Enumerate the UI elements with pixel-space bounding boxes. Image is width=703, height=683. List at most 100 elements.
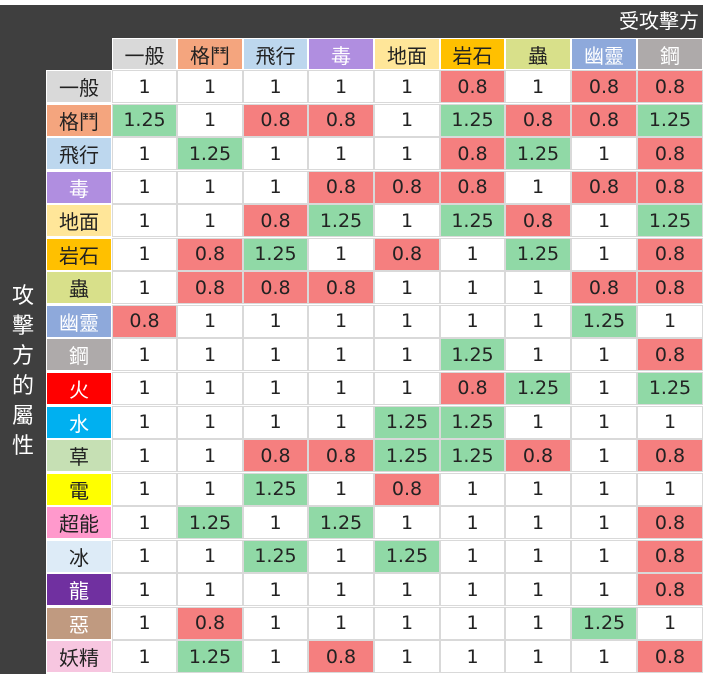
cell-r4-c2[interactable]: 0.8 xyxy=(243,204,308,238)
cell-r13-c5[interactable]: 1 xyxy=(440,506,505,540)
cell-r4-c0[interactable]: 1 xyxy=(112,204,177,238)
cell-r17-c4[interactable]: 1 xyxy=(374,640,440,674)
cell-r0-c4[interactable]: 1 xyxy=(374,70,440,103)
cell-r2-c1[interactable]: 1.25 xyxy=(177,137,243,171)
cell-r11-c5[interactable]: 1.25 xyxy=(440,439,505,473)
cell-r8-c2[interactable]: 1 xyxy=(243,338,308,372)
cell-r10-c6[interactable]: 1 xyxy=(505,405,571,439)
cell-r17-c5[interactable]: 1 xyxy=(440,640,505,674)
cell-r17-c2[interactable]: 1 xyxy=(243,640,308,674)
cell-r12-c2[interactable]: 1.25 xyxy=(243,472,308,506)
cell-r10-c0[interactable]: 1 xyxy=(112,405,177,439)
cell-r12-c4[interactable]: 0.8 xyxy=(374,472,440,506)
cell-r12-c5[interactable]: 1 xyxy=(440,472,505,506)
cell-r15-c5[interactable]: 1 xyxy=(440,573,505,607)
cell-r3-c4[interactable]: 0.8 xyxy=(374,170,440,204)
cell-r16-c6[interactable]: 1 xyxy=(505,606,571,640)
cell-r1-c3[interactable]: 0.8 xyxy=(308,103,374,137)
cell-r17-c7[interactable]: 1 xyxy=(571,640,637,674)
cell-r0-c2[interactable]: 1 xyxy=(243,70,308,103)
cell-r17-c6[interactable]: 1 xyxy=(505,640,571,674)
cell-r8-c5[interactable]: 1.25 xyxy=(440,338,505,372)
cell-r6-c8[interactable]: 0.8 xyxy=(637,271,703,305)
cell-r5-c4[interactable]: 0.8 xyxy=(374,237,440,271)
cell-r15-c4[interactable]: 1 xyxy=(374,573,440,607)
cell-r9-c4[interactable]: 1 xyxy=(374,371,440,405)
cell-r14-c8[interactable]: 0.8 xyxy=(637,539,703,573)
cell-r1-c5[interactable]: 1.25 xyxy=(440,103,505,137)
cell-r16-c2[interactable]: 1 xyxy=(243,606,308,640)
cell-r13-c7[interactable]: 1 xyxy=(571,506,637,540)
cell-r17-c8[interactable]: 0.8 xyxy=(637,640,703,674)
cell-r6-c7[interactable]: 0.8 xyxy=(571,271,637,305)
cell-r10-c8[interactable]: 1 xyxy=(637,405,703,439)
cell-r4-c8[interactable]: 1.25 xyxy=(637,204,703,238)
cell-r7-c4[interactable]: 1 xyxy=(374,304,440,338)
cell-r8-c3[interactable]: 1 xyxy=(308,338,374,372)
cell-r1-c2[interactable]: 0.8 xyxy=(243,103,308,137)
cell-r13-c8[interactable]: 0.8 xyxy=(637,506,703,540)
cell-r5-c3[interactable]: 1 xyxy=(308,237,374,271)
cell-r3-c3[interactable]: 0.8 xyxy=(308,170,374,204)
cell-r11-c6[interactable]: 0.8 xyxy=(505,439,571,473)
cell-r0-c0[interactable]: 1 xyxy=(112,70,177,103)
cell-r16-c0[interactable]: 1 xyxy=(112,606,177,640)
cell-r2-c3[interactable]: 1 xyxy=(308,137,374,171)
cell-r2-c4[interactable]: 1 xyxy=(374,137,440,171)
cell-r16-c5[interactable]: 1 xyxy=(440,606,505,640)
cell-r0-c5[interactable]: 0.8 xyxy=(440,70,505,103)
cell-r13-c4[interactable]: 1 xyxy=(374,506,440,540)
cell-r4-c4[interactable]: 1 xyxy=(374,204,440,238)
cell-r6-c5[interactable]: 1 xyxy=(440,271,505,305)
cell-r11-c7[interactable]: 1 xyxy=(571,439,637,473)
cell-r6-c1[interactable]: 0.8 xyxy=(177,271,243,305)
cell-r10-c4[interactable]: 1.25 xyxy=(374,405,440,439)
cell-r13-c2[interactable]: 1 xyxy=(243,506,308,540)
cell-r9-c2[interactable]: 1 xyxy=(243,371,308,405)
cell-r2-c5[interactable]: 0.8 xyxy=(440,137,505,171)
cell-r5-c5[interactable]: 1 xyxy=(440,237,505,271)
cell-r2-c6[interactable]: 1.25 xyxy=(505,137,571,171)
cell-r1-c7[interactable]: 0.8 xyxy=(571,103,637,137)
cell-r11-c2[interactable]: 0.8 xyxy=(243,439,308,473)
cell-r1-c4[interactable]: 1 xyxy=(374,103,440,137)
cell-r2-c2[interactable]: 1 xyxy=(243,137,308,171)
cell-r8-c4[interactable]: 1 xyxy=(374,338,440,372)
cell-r11-c8[interactable]: 0.8 xyxy=(637,439,703,473)
cell-r4-c5[interactable]: 1.25 xyxy=(440,204,505,238)
cell-r6-c0[interactable]: 1 xyxy=(112,271,177,305)
cell-r6-c4[interactable]: 1 xyxy=(374,271,440,305)
cell-r14-c1[interactable]: 1 xyxy=(177,539,243,573)
cell-r11-c3[interactable]: 0.8 xyxy=(308,439,374,473)
cell-r12-c8[interactable]: 1 xyxy=(637,472,703,506)
cell-r5-c8[interactable]: 0.8 xyxy=(637,237,703,271)
cell-r5-c0[interactable]: 1 xyxy=(112,237,177,271)
cell-r13-c6[interactable]: 1 xyxy=(505,506,571,540)
cell-r3-c2[interactable]: 1 xyxy=(243,170,308,204)
cell-r14-c3[interactable]: 1 xyxy=(308,539,374,573)
cell-r3-c6[interactable]: 1 xyxy=(505,170,571,204)
cell-r0-c7[interactable]: 0.8 xyxy=(571,70,637,103)
cell-r15-c1[interactable]: 1 xyxy=(177,573,243,607)
cell-r12-c6[interactable]: 1 xyxy=(505,472,571,506)
cell-r4-c1[interactable]: 1 xyxy=(177,204,243,238)
cell-r15-c8[interactable]: 0.8 xyxy=(637,573,703,607)
cell-r7-c6[interactable]: 1 xyxy=(505,304,571,338)
cell-r2-c7[interactable]: 1 xyxy=(571,137,637,171)
cell-r5-c2[interactable]: 1.25 xyxy=(243,237,308,271)
cell-r0-c6[interactable]: 1 xyxy=(505,70,571,103)
cell-r9-c3[interactable]: 1 xyxy=(308,371,374,405)
cell-r12-c0[interactable]: 1 xyxy=(112,472,177,506)
cell-r16-c4[interactable]: 1 xyxy=(374,606,440,640)
cell-r15-c2[interactable]: 1 xyxy=(243,573,308,607)
cell-r8-c8[interactable]: 0.8 xyxy=(637,338,703,372)
cell-r0-c1[interactable]: 1 xyxy=(177,70,243,103)
cell-r9-c6[interactable]: 1.25 xyxy=(505,371,571,405)
cell-r2-c0[interactable]: 1 xyxy=(112,137,177,171)
cell-r10-c3[interactable]: 1 xyxy=(308,405,374,439)
cell-r14-c2[interactable]: 1.25 xyxy=(243,539,308,573)
cell-r9-c7[interactable]: 1 xyxy=(571,371,637,405)
cell-r10-c5[interactable]: 1.25 xyxy=(440,405,505,439)
cell-r7-c2[interactable]: 1 xyxy=(243,304,308,338)
cell-r13-c0[interactable]: 1 xyxy=(112,506,177,540)
